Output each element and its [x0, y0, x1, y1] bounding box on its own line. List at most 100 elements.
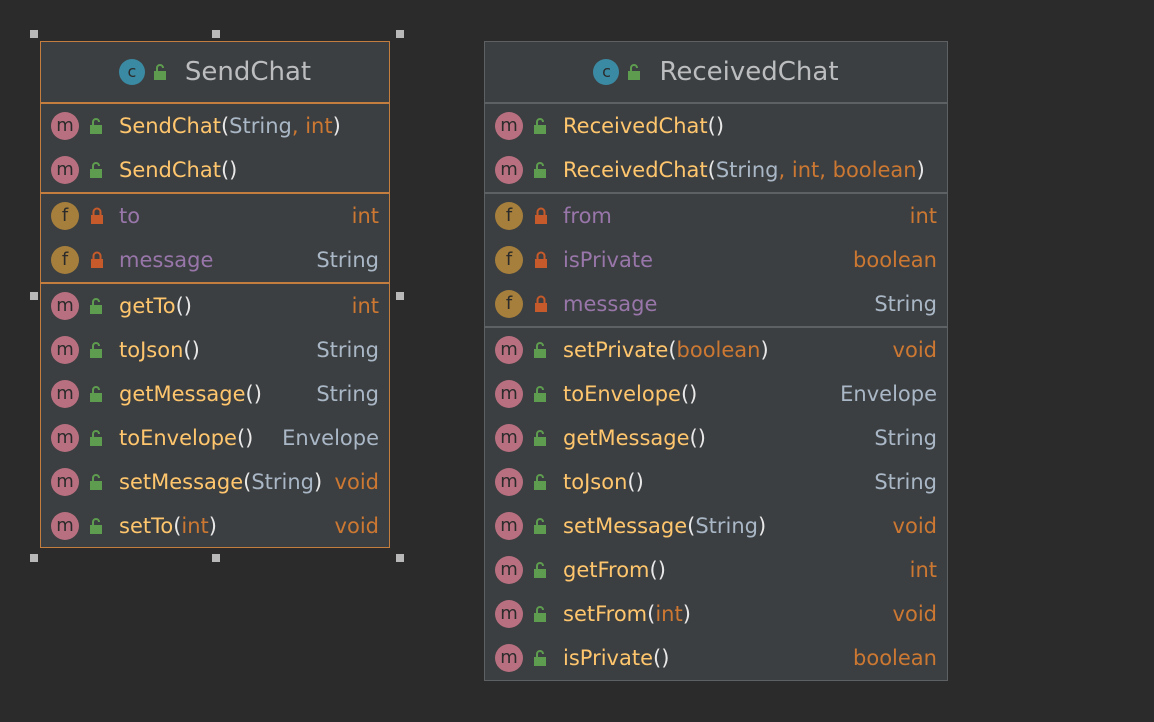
open-paren: (	[649, 558, 658, 582]
method-row[interactable]: m setMessage(String) void	[41, 460, 389, 504]
member-signature: toJson()	[563, 470, 868, 494]
method-row[interactable]: m setFrom(int) void	[485, 592, 947, 636]
member-signature: message	[563, 292, 868, 316]
class-name: SendChat	[184, 57, 312, 87]
class-header: c SendChat	[41, 42, 389, 102]
field-type: boolean	[853, 248, 937, 272]
member-signature: from	[563, 204, 904, 228]
class-header: c ReceivedChat	[485, 42, 947, 102]
method-row[interactable]: m toJson() String	[41, 328, 389, 372]
method-row[interactable]: m toEnvelope() Envelope	[41, 416, 389, 460]
method-name: ReceivedChat	[563, 158, 708, 182]
open-paren: (	[175, 294, 184, 318]
method-row[interactable]: m isPrivate() boolean	[485, 636, 947, 680]
method-icon: m	[51, 424, 79, 452]
method-row[interactable]: m toJson() String	[485, 460, 947, 504]
return-type: Envelope	[840, 382, 937, 406]
param-type: int	[181, 514, 209, 538]
return-type: void	[892, 602, 937, 626]
field-name: from	[563, 204, 612, 228]
method-name: setMessage	[563, 514, 688, 538]
method-name: toJson	[563, 470, 628, 494]
public-lock-icon	[90, 162, 102, 178]
method-icon: m	[495, 336, 523, 364]
public-lock-icon	[90, 342, 102, 358]
member-signature: setFrom(int)	[563, 602, 887, 626]
method-row[interactable]: m setPrivate(boolean) void	[485, 328, 947, 372]
close-paren: )	[657, 558, 666, 582]
constructor-row[interactable]: m ReceivedChat()	[485, 104, 947, 148]
param-type: boolean	[832, 158, 917, 182]
member-signature: isPrivate()	[563, 646, 847, 670]
field-row[interactable]: f message String	[485, 282, 947, 326]
close-paren: )	[635, 470, 644, 494]
member-signature: setMessage(String)	[563, 514, 887, 538]
param-separator: ,	[291, 114, 306, 138]
member-signature: toEnvelope()	[563, 382, 834, 406]
public-lock-icon	[534, 162, 546, 178]
close-paren: )	[314, 470, 323, 494]
method-row[interactable]: m getMessage() String	[41, 372, 389, 416]
method-row[interactable]: m toEnvelope() Envelope	[485, 372, 947, 416]
return-type: String	[874, 426, 937, 450]
selection-handle[interactable]	[30, 554, 38, 562]
method-name: setPrivate	[563, 338, 669, 362]
param-type: String	[251, 470, 315, 494]
close-paren: )	[916, 158, 925, 182]
field-type: int	[909, 204, 937, 228]
param-separator: ,	[778, 158, 792, 182]
constructor-row[interactable]: m ReceivedChat(String, int, boolean)	[485, 148, 947, 192]
methods-section: m setPrivate(boolean) void m toEnvelope() Env…	[485, 326, 947, 680]
method-icon: m	[51, 112, 79, 140]
field-type: int	[351, 204, 379, 228]
open-paren: (	[680, 382, 690, 406]
return-type: int	[909, 558, 937, 582]
method-name: isPrivate	[563, 646, 653, 670]
field-row[interactable]: f from int	[485, 194, 947, 238]
member-signature: setMessage(String)	[119, 470, 329, 494]
selection-handle[interactable]	[30, 292, 38, 300]
selection-handle[interactable]	[212, 30, 220, 38]
method-icon: m	[51, 512, 79, 540]
method-row[interactable]: m setTo(int) void	[41, 504, 389, 548]
open-paren: (	[627, 470, 636, 494]
fields-section: f to int f message String	[41, 192, 389, 282]
method-icon: m	[495, 556, 523, 584]
constructor-row[interactable]: m SendChat(String, int)	[41, 104, 389, 148]
public-lock-icon	[534, 474, 546, 490]
return-type: void	[334, 514, 379, 538]
open-paren: (	[245, 382, 254, 406]
open-paren: (	[707, 114, 716, 138]
fields-section: f from int f isPrivate boolean f message String	[485, 192, 947, 326]
selection-handle[interactable]	[396, 30, 404, 38]
method-row[interactable]: m getMessage() String	[485, 416, 947, 460]
return-type: String	[316, 338, 379, 362]
class-box-sendchat[interactable]: c SendChat m SendChat(String, int) m SendCh…	[40, 41, 390, 548]
open-paren: (	[653, 646, 662, 670]
field-icon: f	[51, 202, 79, 230]
field-row[interactable]: f message String	[41, 238, 389, 282]
field-name: message	[119, 248, 214, 272]
field-row[interactable]: f to int	[41, 194, 389, 238]
constructor-row[interactable]: m SendChat()	[41, 148, 389, 192]
diagram-canvas[interactable]: c SendChat m SendChat(String, int) m SendCh…	[0, 0, 1154, 722]
method-name: setTo	[119, 514, 174, 538]
return-type: int	[351, 294, 379, 318]
method-row[interactable]: m setMessage(String) void	[485, 504, 947, 548]
selection-handle[interactable]	[396, 292, 404, 300]
public-lock-icon	[534, 430, 546, 446]
selection-handle[interactable]	[30, 30, 38, 38]
method-row[interactable]: m getTo() int	[41, 284, 389, 328]
param-type: String	[695, 514, 759, 538]
class-box-receivedchat[interactable]: c ReceivedChat m ReceivedChat() m ReceivedC…	[484, 41, 948, 681]
public-lock-icon	[90, 118, 102, 134]
field-type: String	[874, 292, 937, 316]
field-row[interactable]: f isPrivate boolean	[485, 238, 947, 282]
method-row[interactable]: m getFrom() int	[485, 548, 947, 592]
return-type: Envelope	[282, 426, 379, 450]
method-icon: m	[495, 644, 523, 672]
member-signature: SendChat(String, int)	[119, 114, 379, 138]
selection-handle[interactable]	[212, 554, 220, 562]
selection-handle[interactable]	[396, 554, 404, 562]
return-type: String	[874, 470, 937, 494]
